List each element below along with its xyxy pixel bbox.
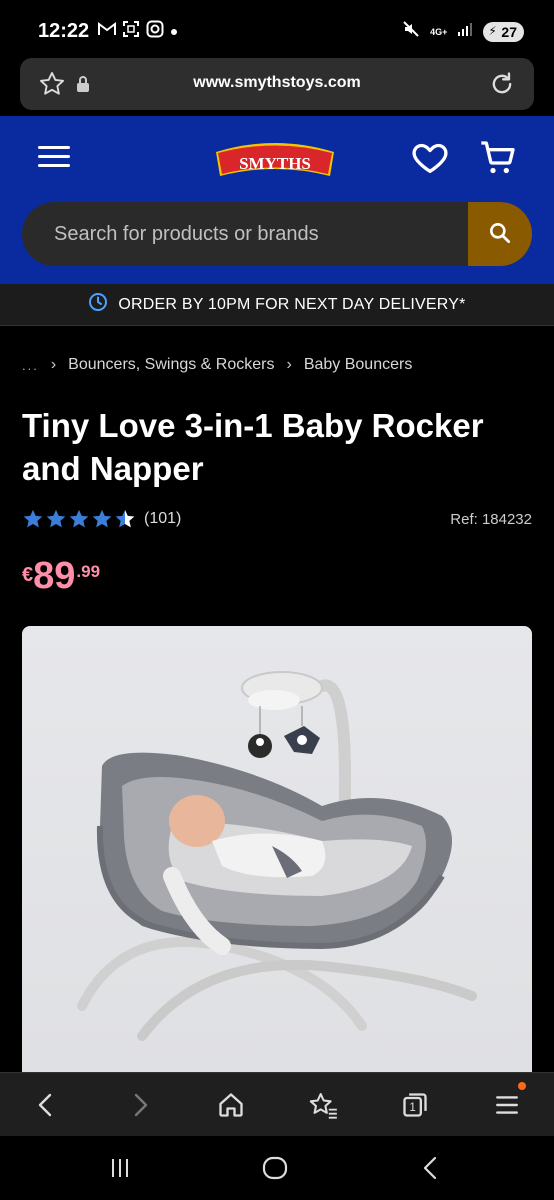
star-icon xyxy=(23,509,43,528)
hamburger-menu-icon[interactable] xyxy=(38,146,70,170)
chevron-right-icon: › xyxy=(50,356,57,373)
rating-stars xyxy=(22,508,136,530)
browser-bottom-nav: 1 xyxy=(0,1072,554,1136)
system-nav-bar xyxy=(0,1136,554,1200)
bookmarks-icon[interactable] xyxy=(308,1091,338,1124)
logo-text: SMYTHS xyxy=(239,154,311,173)
browser-url-bar[interactable]: www.smythstoys.com xyxy=(20,58,534,110)
search-button[interactable] xyxy=(468,202,532,266)
charging-icon: ⚡ xyxy=(488,23,497,38)
clock-icon xyxy=(88,292,108,317)
baby-rocker-illustration xyxy=(77,671,477,1041)
delivery-banner[interactable]: ORDER BY 10PM FOR NEXT DAY DELIVERY* xyxy=(0,284,554,326)
breadcrumb-item-bouncers-swings-rockers[interactable]: Bouncers, Swings & Rockers xyxy=(68,356,274,374)
gmail-icon xyxy=(98,22,116,41)
svg-text:1: 1 xyxy=(409,1101,415,1114)
breadcrumb-item-baby-bouncers[interactable]: Baby Bouncers xyxy=(304,356,413,374)
star-icon xyxy=(69,509,89,528)
product-price: € 89 .99 xyxy=(22,556,100,596)
home-button-icon[interactable] xyxy=(262,1156,288,1185)
star-icon xyxy=(92,509,112,528)
tabs-icon[interactable]: 1 xyxy=(401,1091,429,1124)
instagram-icon xyxy=(146,20,164,43)
home-icon[interactable] xyxy=(217,1091,245,1124)
product-image[interactable] xyxy=(22,626,532,1072)
url-text[interactable]: www.smythstoys.com xyxy=(20,74,534,92)
status-time: 12:22 xyxy=(38,20,90,42)
wishlist-heart-icon[interactable] xyxy=(410,138,450,183)
delivery-text: ORDER BY 10PM FOR NEXT DAY DELIVERY* xyxy=(118,295,466,313)
signal-icon xyxy=(457,22,473,41)
price-cents: .99 xyxy=(76,562,101,581)
breadcrumb-ellipsis[interactable]: ... xyxy=(22,358,39,373)
mute-icon xyxy=(402,20,420,43)
battery-level: 27 xyxy=(501,23,517,40)
price-currency: € xyxy=(22,564,34,586)
dot-icon xyxy=(170,23,178,41)
product-ref: Ref: 184232 xyxy=(450,511,532,528)
status-bar: 12:22 4G+ ⚡ 27 xyxy=(0,0,554,56)
forward-arrow-icon[interactable] xyxy=(128,1091,152,1124)
product-title: Tiny Love 3-in-1 Baby Rocker and Napper xyxy=(22,407,484,487)
notification-dot xyxy=(518,1082,526,1090)
smyths-logo[interactable]: SMYTHS xyxy=(212,138,338,182)
product-rating[interactable]: (101) xyxy=(22,508,181,530)
recent-apps-icon[interactable] xyxy=(108,1156,132,1185)
breadcrumb: ... › Bouncers, Swings & Rockers › Baby … xyxy=(22,356,412,374)
search-icon xyxy=(487,220,513,249)
chevron-right-icon: › xyxy=(286,356,292,373)
status-right: 4G+ ⚡ 27 xyxy=(402,20,524,43)
search-bar xyxy=(22,202,532,266)
system-back-icon[interactable] xyxy=(420,1156,440,1185)
network-type: 4G+ xyxy=(430,26,448,37)
browser-menu-icon[interactable] xyxy=(494,1091,520,1124)
rating-count[interactable]: (101) xyxy=(144,510,181,528)
status-left-icons xyxy=(98,20,178,43)
back-arrow-icon[interactable] xyxy=(34,1091,58,1124)
shopping-cart-icon[interactable] xyxy=(478,138,518,183)
reload-icon[interactable] xyxy=(488,70,516,103)
price-main: 89 xyxy=(33,555,76,597)
star-icon xyxy=(46,509,66,528)
search-input[interactable] xyxy=(22,202,468,266)
half-star-icon xyxy=(115,509,135,528)
screenshot-icon xyxy=(122,20,140,43)
battery-indicator: ⚡ 27 xyxy=(483,21,524,42)
